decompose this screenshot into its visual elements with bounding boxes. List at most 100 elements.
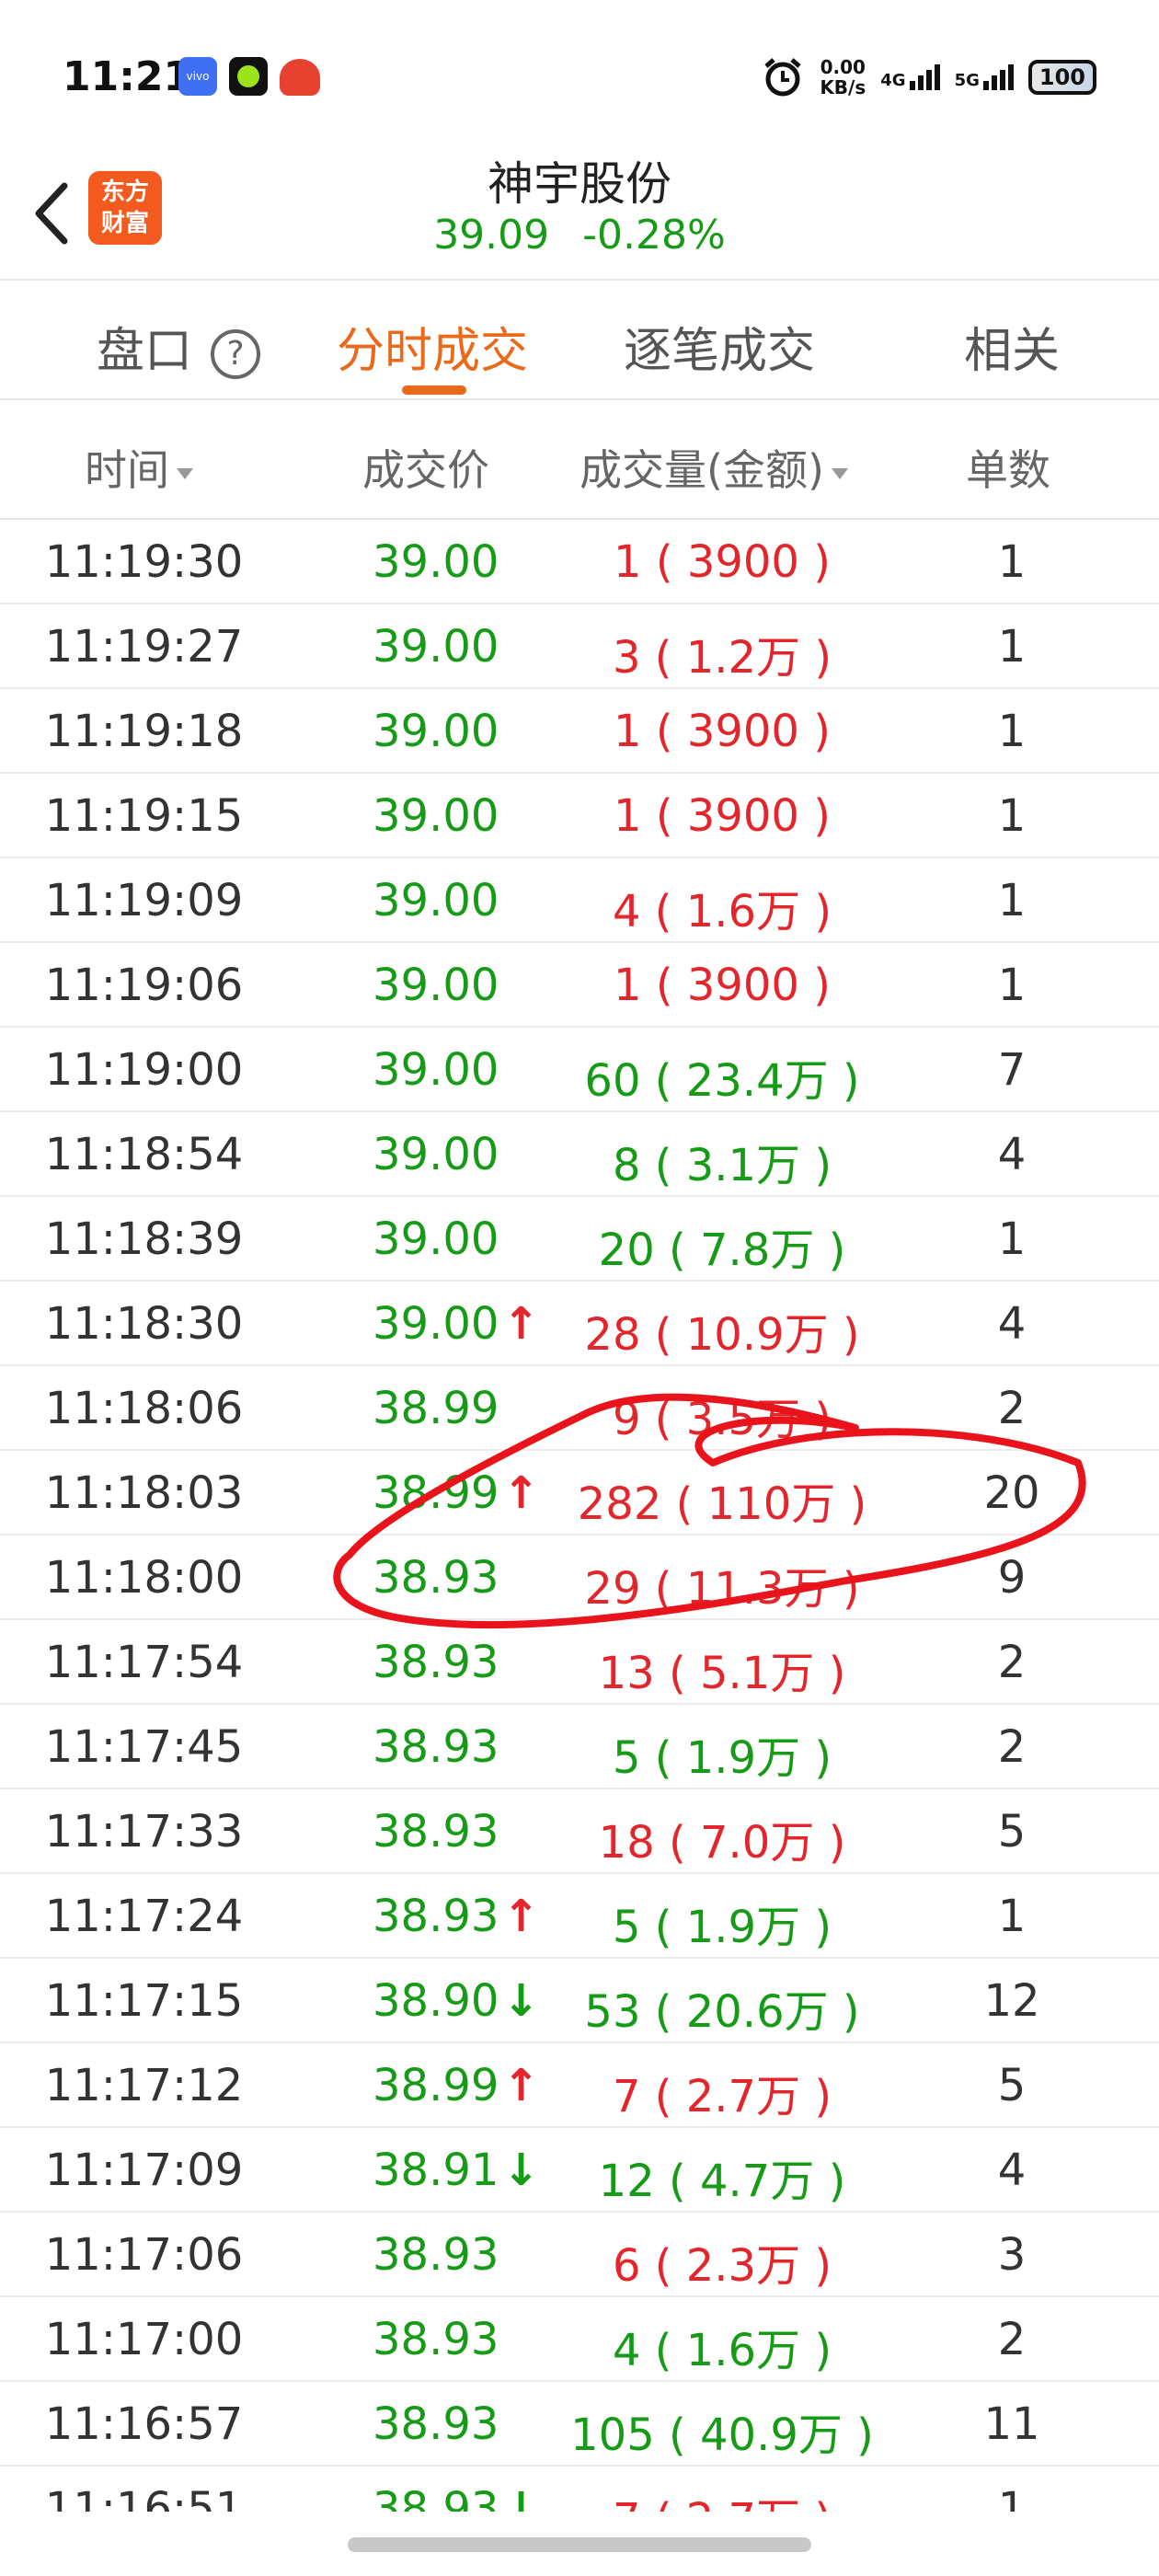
trade-time: 11:19:15 (44, 790, 244, 842)
table-row[interactable]: 11:16:51 38.93↓7 ( 2.7万 ) 1 (0, 2467, 1159, 2512)
help-icon[interactable]: ? (211, 329, 261, 379)
trade-volume: 282 ( 110万 ) (577, 1478, 867, 1530)
table-row[interactable]: 11:17:12 38.99↑ 7 ( 2.7万 ) 5 (0, 2043, 1159, 2128)
trade-price: 38.91↓ (373, 2145, 540, 2196)
trade-time: 11:18:30 (44, 1298, 244, 1350)
table-row[interactable]: 11:17:06 38.93 6 ( 2.3万 ) 3 (0, 2213, 1159, 2297)
trade-count: 1 (997, 1213, 1027, 1265)
stock-name: 神宇股份 (488, 157, 671, 211)
trade-price: 38.93 (373, 1552, 499, 1604)
trade-price: 38.93 (373, 2398, 499, 2450)
stock-header: 东方 财富 神宇股份 39.09 -0.28% (0, 138, 1159, 281)
table-row[interactable]: 11:17:24 38.93↑ 5 ( 1.9万 ) 1 (0, 1874, 1159, 1959)
trade-volume: 20 ( 7.8万 ) (598, 1225, 846, 1276)
table-row[interactable]: 11:17:09 38.91↓ 12 ( 4.7万 ) 4 (0, 2128, 1159, 2213)
table-row[interactable]: 11:16:57 38.93 105 ( 40.9万 ) 11 (0, 2382, 1159, 2467)
trade-volume: 5 ( 1.9万 ) (612, 1732, 832, 1784)
trade-price: 38.93 (373, 2229, 499, 2281)
trade-count: 3 (997, 2229, 1027, 2281)
trade-price: 38.99↑ (373, 1467, 540, 1519)
trade-time: 11:17:54 (44, 1637, 244, 1688)
trade-time: 11:18:39 (44, 1213, 244, 1265)
tab-order-book[interactable]: 盘口? (97, 312, 261, 381)
trade-price: 38.93 (373, 1637, 499, 1688)
trade-volume: 3 ( 1.2万 ) (612, 632, 832, 684)
trade-price: 38.99↑ (373, 2060, 540, 2111)
trade-time: 11:19:09 (44, 875, 244, 926)
trade-count: 20 (983, 1467, 1040, 1519)
net-speed: 0.00 KB/s (820, 56, 866, 98)
table-row[interactable]: 11:19:18 39.00 1 ( 3900 ) 1 (0, 689, 1159, 774)
table-row[interactable]: 11:19:09 39.00 4 ( 1.6万 ) 1 (0, 858, 1159, 943)
trade-count: 5 (997, 2060, 1027, 2111)
table-row[interactable]: 11:18:03 38.99↑ 282 ( 110万 ) 20 (0, 1451, 1159, 1535)
table-row[interactable]: 11:18:06 38.99 9 ( 3.5万 ) 2 (0, 1366, 1159, 1451)
trade-price: 39.00 (373, 1044, 499, 1096)
table-row[interactable]: 11:19:30 39.00 1 ( 3900 ) 1 (0, 520, 1159, 604)
tab-related[interactable]: 相关 (964, 312, 1060, 381)
price-change: -0.28% (582, 212, 726, 259)
active-tab-indicator (402, 385, 466, 395)
signal-4g: 4G (880, 64, 940, 90)
table-row[interactable]: 11:19:00 39.00 60 ( 23.4万 ) 7 (0, 1028, 1159, 1112)
table-row[interactable]: 11:19:06 39.00 1 ( 3900 ) 1 (0, 943, 1159, 1028)
trade-volume: 29 ( 11.3万 ) (584, 1563, 860, 1615)
trade-price: 39.00 (373, 621, 499, 673)
table-row[interactable]: 11:18:54 39.00 8 ( 3.1万 ) 4 (0, 1112, 1159, 1197)
battery-indicator: 100 (1027, 60, 1096, 95)
trade-volume: 6 ( 2.3万 ) (612, 2240, 832, 2292)
trade-time: 11:16:57 (44, 2398, 244, 2450)
trade-price: 38.99 (373, 1383, 499, 1434)
trade-count: 4 (997, 1129, 1027, 1180)
home-indicator[interactable] (348, 2537, 811, 2552)
trade-price: 39.00 (373, 706, 499, 757)
table-row[interactable]: 11:17:45 38.93 5 ( 1.9万 ) 2 (0, 1705, 1159, 1789)
trade-volume: 4 ( 1.6万 ) (612, 886, 832, 937)
trade-time: 11:17:33 (44, 1806, 244, 1857)
trade-volume: 53 ( 20.6万 ) (584, 1986, 860, 2038)
column-count: 单数 (966, 445, 1050, 495)
tab-time-trades[interactable]: 分时成交 (337, 312, 528, 381)
trade-time: 11:18:06 (44, 1383, 244, 1434)
trade-time: 11:17:00 (44, 2314, 244, 2365)
trade-volume: 18 ( 7.0万 ) (598, 1817, 846, 1869)
trade-volume: 60 ( 23.4万 ) (584, 1055, 860, 1107)
trade-count: 7 (997, 1044, 1027, 1096)
trade-count: 1 (997, 960, 1027, 1011)
trade-count: 9 (997, 1552, 1027, 1604)
trade-count: 11 (983, 2398, 1040, 2450)
table-row[interactable]: 11:17:54 38.93 13 ( 5.1万 ) 2 (0, 1620, 1159, 1705)
trade-count: 2 (997, 1637, 1027, 1688)
column-time[interactable]: 时间 (85, 437, 193, 498)
table-row[interactable]: 11:17:33 38.93 18 ( 7.0万 ) 5 (0, 1789, 1159, 1874)
tab-bar: 盘口? 分时成交 逐笔成交 相关 (0, 282, 1159, 400)
trade-volume: 4 ( 1.6万 ) (612, 2325, 832, 2376)
trade-volume: 1 ( 3900 ) (614, 960, 831, 1011)
trade-volume: 7 ( 2.7万 ) (612, 2071, 832, 2122)
trade-price: 38.93 (373, 1806, 499, 1857)
trade-time: 11:17:45 (44, 1721, 244, 1773)
trade-count: 5 (997, 1806, 1027, 1857)
trade-volume: 13 ( 5.1万 ) (598, 1648, 846, 1699)
trade-list[interactable]: 11:19:30 39.00 1 ( 3900 ) 1 11:19:27 39.00 3 (… (0, 520, 1159, 2512)
table-row[interactable]: 11:18:30 39.00↑ 28 ( 10.9万 ) 4 (0, 1282, 1159, 1366)
column-price: 成交价 (362, 445, 489, 495)
table-header: 时间 成交价 成交量(金额) 单数 (0, 402, 1159, 520)
sort-caret-icon (831, 467, 848, 479)
trade-count: 1 (997, 621, 1027, 673)
table-row[interactable]: 11:18:00 38.93 29 ( 11.3万 ) 9 (0, 1535, 1159, 1620)
trade-price: 39.00↑ (373, 1298, 540, 1350)
column-volume[interactable]: 成交量(金额) (580, 437, 848, 498)
trade-count: 4 (997, 1298, 1027, 1350)
alarm-icon (764, 58, 801, 97)
table-row[interactable]: 11:18:39 39.00 20 ( 7.8万 ) 1 (0, 1197, 1159, 1282)
tab-tick-trades[interactable]: 逐笔成交 (624, 312, 815, 381)
trade-count: 1 (997, 2483, 1027, 2512)
table-row[interactable]: 11:19:15 39.00 1 ( 3900 ) 1 (0, 774, 1159, 858)
table-row[interactable]: 11:17:00 38.93 4 ( 1.6万 ) 2 (0, 2297, 1159, 2382)
signal-bars-icon (909, 64, 940, 90)
table-row[interactable]: 11:19:27 39.00 3 ( 1.2万 ) 1 (0, 604, 1159, 689)
trade-price: 39.00 (373, 1129, 499, 1180)
table-row[interactable]: 11:17:15 38.90↓ 53 ( 20.6万 ) 12 (0, 1959, 1159, 2043)
trade-count: 2 (997, 1383, 1027, 1434)
